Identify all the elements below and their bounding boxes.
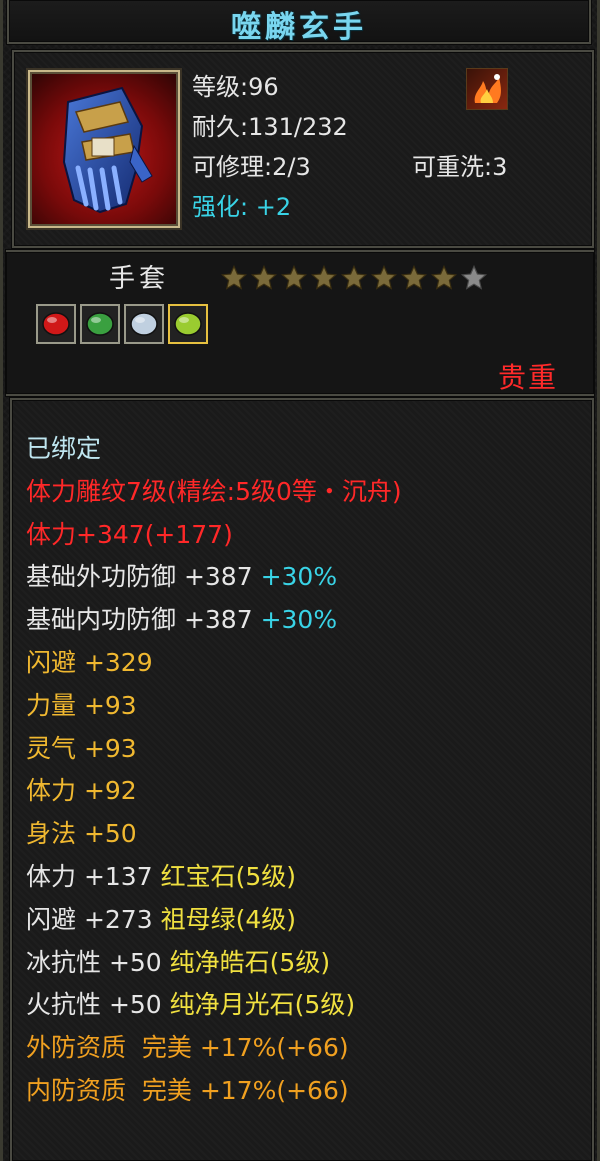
item-name: 噬麟玄手 [231,10,367,45]
attribute-text: 火抗性 +50 [26,990,170,1020]
flame-skill-icon[interactable] [466,68,508,110]
enhance-value: +2 [255,193,292,221]
attribute-extra: +30% [260,605,338,635]
repair-value: 2/3 [272,153,311,181]
level-row: 等级:96 [192,73,279,101]
star-filled-icon [310,264,338,290]
rewash-row: 可重洗:3 [412,153,508,181]
attribute-line: 火抗性 +50 纯净月光石(5级) [26,984,402,1027]
attribute-line: 体力 +92 [26,770,402,813]
item-tooltip: 噬麟玄手 等级:96 耐久:131/232 可修理:2/3 可重洗:3 强化: … [0,0,600,1161]
white-diamond-gem-icon[interactable] [124,304,164,344]
level-label: 等级 [192,73,240,101]
attribute-extra: 纯净月光石(5级) [169,990,356,1020]
attribute-text: 体力+347(+177) [26,519,233,549]
attribute-line: 基础内功防御 +387 +30% [26,599,402,642]
rewash-value: 3 [492,153,508,181]
attribute-text: 身法 +50 [26,819,137,849]
attribute-line: 内防资质 完美 +17%(+66) [26,1070,402,1113]
enhance-label: 强化: [192,193,249,221]
blue-gauntlet-icon [62,86,153,214]
attribute-text: 基础外功防御 +387 [26,562,261,592]
attribute-text: 体力 +137 [26,861,161,891]
title-bar: 噬麟玄手 [7,0,591,45]
star-rating [220,264,488,292]
attribute-line: 外防资质 完美 +17%(+66) [26,1027,402,1070]
gem-slots [36,304,208,344]
attribute-line: 体力雕纹7级(精绘:5级0等・沉舟) [26,471,402,514]
repair-label: 可修理 [192,153,264,181]
attribute-extra: 祖母绿(4级) [160,904,296,934]
star-filled-icon [370,264,398,290]
attribute-text: 体力 +92 [26,776,137,806]
attribute-text: 已绑定 [26,434,102,463]
attribute-text: 力量 +93 [26,690,137,720]
durability-label: 耐久 [192,113,240,141]
star-filled-icon [280,264,308,290]
rarity-label: 贵重 [497,361,558,394]
attribute-line: 冰抗性 +50 纯净皓石(5级) [26,942,402,985]
star-filled-icon [430,264,458,290]
attribute-list: 已绑定体力雕纹7级(精绘:5级0等・沉舟) 体力+347(+177) 基础外功防御 … [26,428,402,1113]
attribute-extra: +30% [260,562,338,592]
attribute-line: 闪避 +273 祖母绿(4级) [26,899,402,942]
attribute-text: 体力雕纹7级(精绘:5级0等・沉舟) [26,476,402,506]
type-panel: 手套 贵重 [6,250,594,396]
enhance-row: 强化: +2 [192,192,291,222]
durability-row: 耐久:131/232 [192,113,348,141]
attribute-line: 已绑定 [26,428,402,471]
green-moonstone-gem-icon[interactable] [168,304,208,344]
attribute-text: 内防资质 完美 +17%(+66) [26,1075,349,1105]
attribute-text: 外防资质 完美 +17%(+66) [26,1033,349,1063]
attribute-line: 力量 +93 [26,685,402,728]
durability-value: 131/232 [248,113,348,141]
attribute-text: 灵气 +93 [26,733,137,763]
star-filled-icon [220,264,248,290]
attribute-panel: 已绑定体力雕纹7级(精绘:5级0等・沉舟) 体力+347(+177) 基础外功防御 … [10,398,594,1161]
level-value: 96 [248,73,279,101]
attribute-extra: 纯净皓石(5级) [169,947,331,977]
green-emerald-gem-icon[interactable] [80,304,120,344]
attribute-text: 基础内功防御 +387 [26,605,261,635]
attribute-line: 体力 +137 红宝石(5级) [26,856,402,899]
attribute-line: 闪避 +329 [26,642,402,685]
attribute-line: 基础外功防御 +387 +30% [26,556,402,599]
attribute-extra: 红宝石(5级) [160,861,296,891]
attribute-line: 体力+347(+177) [26,514,402,557]
attribute-text: 闪避 +273 [26,904,161,934]
attribute-text: 冰抗性 +50 [26,947,170,977]
star-filled-icon [250,264,278,290]
rewash-label: 可重洗 [412,153,484,181]
attribute-line: 身法 +50 [26,813,402,856]
attribute-text: 闪避 +329 [26,647,153,677]
star-filled-icon [400,264,428,290]
star-filled-icon [340,264,368,290]
star-empty-icon [460,264,488,290]
red-ruby-gem-icon[interactable] [36,304,76,344]
attribute-line: 灵气 +93 [26,728,402,771]
item-info-panel: 等级:96 耐久:131/232 可修理:2/3 可重洗:3 强化: +2 [12,50,594,248]
repair-row: 可修理:2/3 [192,153,311,181]
item-type: 手套 [109,264,170,294]
item-icon-frame[interactable] [28,70,180,228]
